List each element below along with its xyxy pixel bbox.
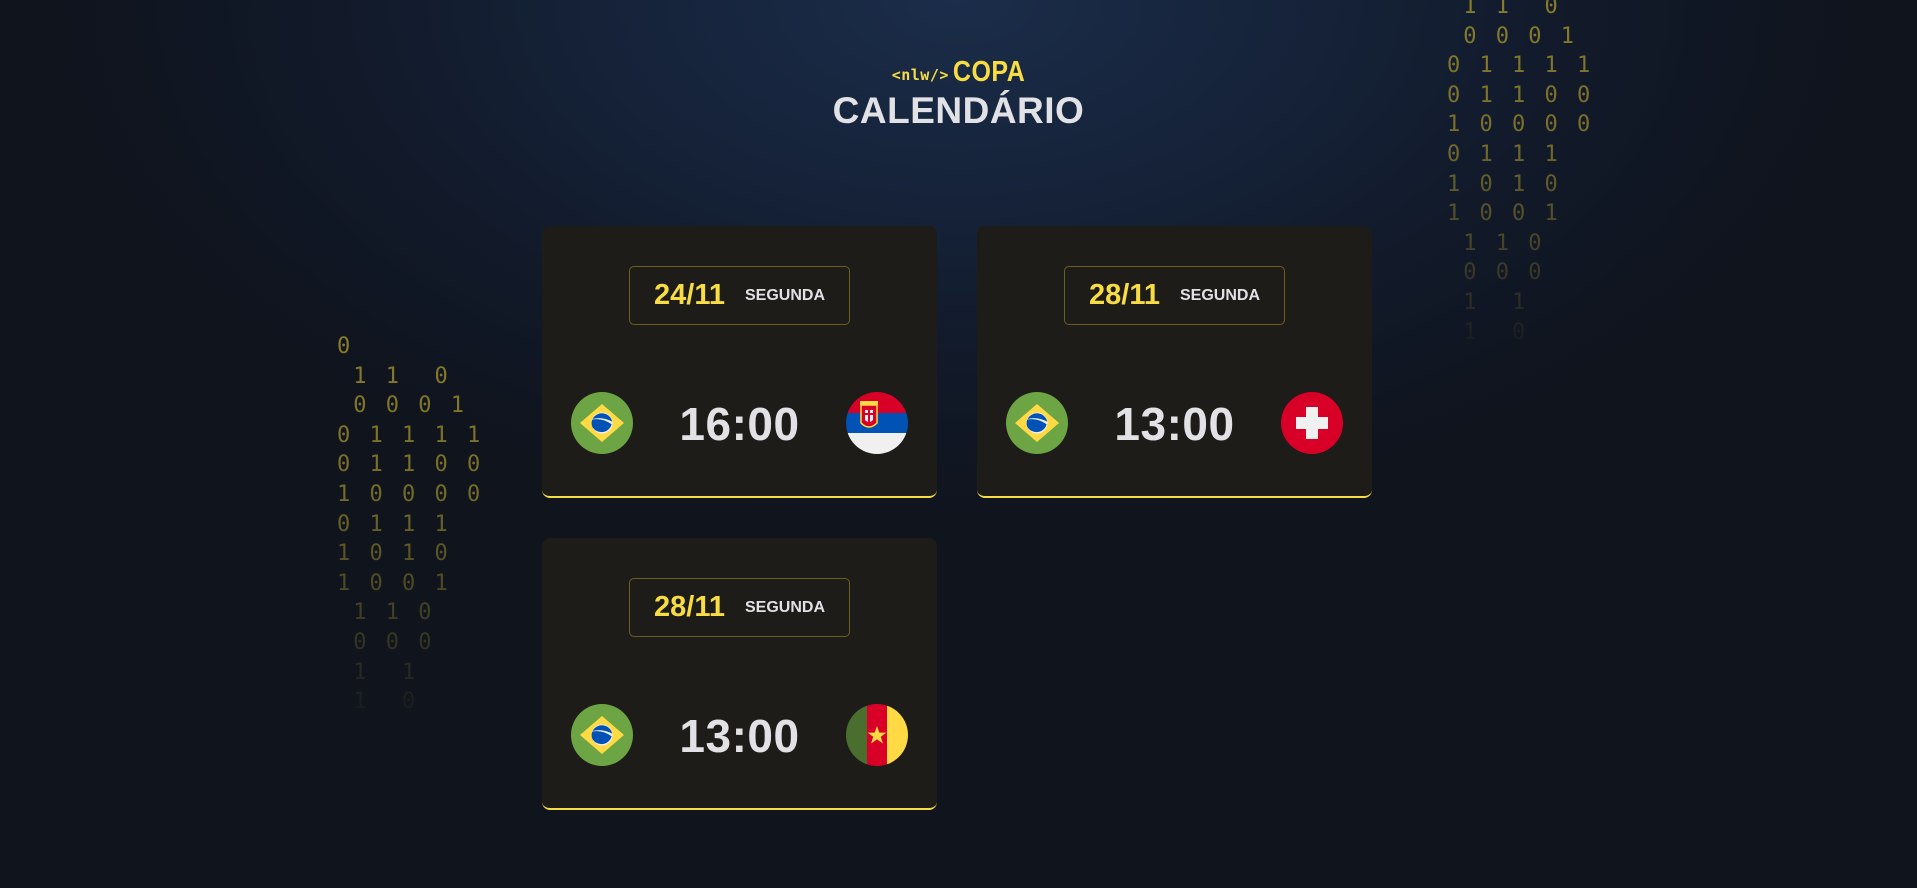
binary-line: 0 1 1 1 1 <box>337 422 484 448</box>
binary-line: 0 0 0 1 <box>1447 23 1577 49</box>
binary-line: 1 1 0 <box>1447 0 1561 19</box>
binary-line: 0 1 1 1 <box>337 511 451 537</box>
match-weekday: SEGUNDA <box>1179 286 1260 304</box>
binary-line: 0 0 0 <box>1447 260 1545 286</box>
binary-line: 1 0 0 0 0 <box>337 481 484 507</box>
page-title: CALENDÁRIO <box>832 90 1085 131</box>
binary-decoration-right: 1 1 0 0 0 0 10 1 1 1 10 1 1 0 01 0 0 0 0… <box>1447 0 1593 347</box>
logo-word: COPA <box>952 55 1026 89</box>
match-weekday: SEGUNDA <box>744 598 825 616</box>
nlw-copa-logo: <nlw/> COPA <box>891 55 1026 89</box>
match-date: 28/11 <box>1089 279 1160 311</box>
binary-line: 1 1 0 <box>1447 230 1545 256</box>
binary-line: 1 1 0 <box>337 363 451 389</box>
binary-line: 1 1 0 <box>337 600 435 626</box>
match-card: 28/11 SEGUNDA 13:00 <box>542 538 937 810</box>
binary-line: 1 0 <box>337 689 419 715</box>
binary-line: 1 0 1 0 <box>1447 171 1561 197</box>
binary-line: 0 0 0 <box>337 629 435 655</box>
binary-line: 1 0 0 1 <box>1447 201 1561 227</box>
page-header: <nlw/> COPA CALENDÁRIO <box>0 55 1917 132</box>
binary-decoration-left: 0 1 1 0 0 0 0 1 0 1 1 1 1 0 1 1 0 0 1 0 0 0… <box>337 332 483 717</box>
logo-tag: <nlw/> <box>891 66 949 84</box>
binary-line: 0 <box>337 334 354 359</box>
binary-line: 1 0 1 0 <box>337 541 451 567</box>
match-date-badge: 28/11 SEGUNDA <box>629 578 850 637</box>
match-date: 28/11 <box>654 591 725 623</box>
match-weekday: SEGUNDA <box>744 286 825 304</box>
binary-line: 1 1 <box>337 659 419 685</box>
switzerland-flag-icon <box>1281 392 1343 454</box>
binary-line: 1 0 0 1 <box>337 570 451 596</box>
match-card: 28/11 SEGUNDA 13:00 <box>977 226 1372 498</box>
match-date-badge: 24/11 SEGUNDA <box>629 266 850 325</box>
match-date: 24/11 <box>654 279 725 311</box>
binary-line: 0 1 1 1 <box>1447 141 1561 167</box>
serbia-flag-icon <box>846 392 908 454</box>
match-date-badge: 28/11 SEGUNDA <box>1064 266 1285 325</box>
binary-line: 0 1 1 0 0 <box>337 452 484 478</box>
match-card: 24/11 SEGUNDA 16:00 <box>542 226 937 498</box>
cameroon-flag-icon <box>846 704 908 766</box>
binary-line: 0 0 0 1 <box>337 393 467 419</box>
binary-line: 1 1 <box>1447 289 1529 315</box>
binary-line: 1 0 <box>1447 319 1529 345</box>
